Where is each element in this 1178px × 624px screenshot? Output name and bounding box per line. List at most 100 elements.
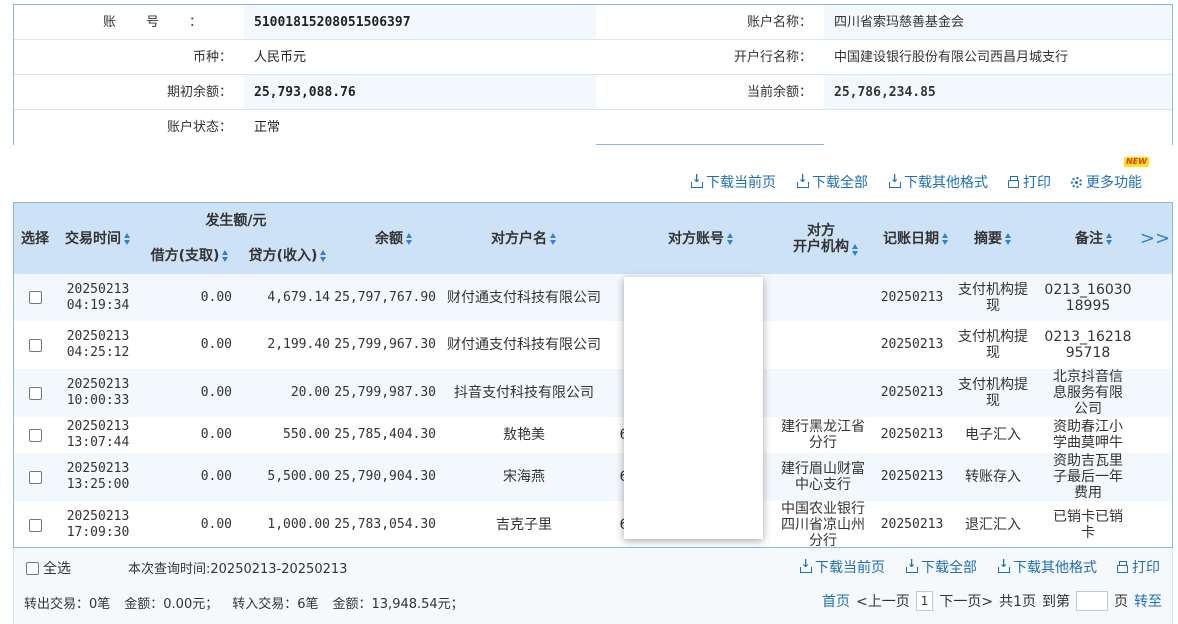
table-row: 20250213 13:07:44 0.00 550.00 25,785,404.30 敖… [14, 417, 1172, 453]
download-other-label-bottom: 下载其他格式 [1013, 560, 1097, 576]
sort-icon [550, 232, 557, 245]
sort-icon [1005, 232, 1012, 245]
download-current-button-bottom[interactable]: 下载当前页 [799, 557, 885, 577]
header-counterparty-name[interactable]: 对方户名 [444, 203, 604, 274]
pagination: 首页 <上一页 1 下一页> 共1页 到第 页 转至 [822, 591, 1162, 611]
cell-debit: 0.00 [200, 469, 232, 484]
row-date: 20250213 [66, 419, 130, 434]
cell-counterparty-bank: 建行眉山财富中心支行 [781, 461, 865, 493]
print-button-bottom[interactable]: 打印 [1117, 557, 1160, 577]
print-button[interactable]: 打印 [1008, 172, 1051, 192]
select-all[interactable]: 全选 [26, 558, 71, 578]
download-current-label-bottom: 下载当前页 [815, 560, 885, 576]
next-page-link[interactable]: 下一页> [939, 591, 993, 611]
in-count: 转入交易：6笔 [232, 597, 319, 612]
sort-icon [320, 250, 327, 262]
header-select: 选择 [21, 230, 49, 247]
header-counterparty-bank[interactable]: 对方 开户机构 [776, 203, 876, 274]
sort-icon [852, 244, 859, 256]
row-checkbox[interactable] [28, 291, 42, 304]
row-checkbox[interactable] [14, 321, 56, 369]
cell-time: 20250213 04:19:34 [60, 274, 136, 321]
out-count: 转出交易：0笔 [24, 597, 111, 612]
goto-button[interactable]: 转至 [1134, 591, 1162, 611]
header-balance[interactable]: 余额 [344, 203, 444, 274]
header-remark-label: 备注 [1075, 230, 1103, 247]
select-all-checkbox[interactable] [26, 561, 39, 575]
row-checkbox[interactable] [14, 417, 56, 453]
row-checkbox[interactable] [28, 428, 42, 442]
row-time: 17:09:30 [66, 525, 130, 540]
sort-icon [124, 232, 131, 245]
download-all-label-bottom: 下载全部 [921, 560, 977, 576]
cell-counterparty-name: 宋海燕 [503, 469, 545, 485]
transaction-table: 选择 交易时间 发生额/元 借方(支取) 贷方(收入) 余额 对方户名 对方账号… [13, 202, 1173, 548]
cell-time: 20250213 13:07:44 [60, 417, 136, 453]
row-checkbox[interactable] [28, 386, 42, 400]
header-debit-label: 借方(支取) [150, 248, 220, 264]
currency-value: 人民币元 [244, 40, 596, 74]
query-time: 本次查询时间:20250213-20250213 [128, 562, 348, 577]
row-checkbox[interactable] [14, 369, 56, 417]
account-no-value: 51001815208051506397 [244, 5, 596, 39]
header-debit[interactable]: 借方(支取) [142, 239, 238, 273]
cell-post-date: 20250213 [880, 427, 944, 442]
goto-page-input[interactable] [1076, 591, 1108, 611]
download-current-button[interactable]: 下载当前页 [690, 172, 776, 192]
table-row: 20250213 13:25:00 0.00 5,500.00 25,790,904.3… [14, 453, 1172, 501]
bank-label: 开户行名称： [733, 50, 812, 65]
header-credit[interactable]: 贷方(收入) [240, 239, 336, 273]
header-summary[interactable]: 摘要 [958, 203, 1028, 274]
account-name-label: 账户名称： [746, 15, 812, 30]
more-functions-button[interactable]: 更多功能 [1071, 172, 1142, 192]
header-time[interactable]: 交易时间 [60, 203, 136, 274]
row-checkbox[interactable] [14, 274, 56, 321]
goto-label: 到第 [1042, 594, 1070, 610]
cell-credit: 1,000.00 [267, 517, 330, 532]
download-other-button-bottom[interactable]: 下载其他格式 [997, 557, 1097, 577]
download-other-button[interactable]: 下载其他格式 [888, 172, 988, 192]
header-amount-group: 发生额/元 [205, 213, 267, 229]
cell-remark: 资助春江小学曲莫呷牛 [1053, 419, 1123, 451]
download-all-button[interactable]: 下载全部 [796, 172, 868, 192]
table-row: 20250213 10:00:33 0.00 20.00 25,799,987.30 抖音… [14, 369, 1172, 417]
row-time: 10:00:33 [66, 393, 130, 408]
row-date: 20250213 [66, 329, 130, 344]
account-no-label-text: 账号： [102, 15, 232, 30]
account-no-label: 账号： [14, 5, 244, 39]
status-label: 账户状态： [14, 110, 244, 145]
cell-counterparty-bank [780, 321, 866, 369]
header-post-date[interactable]: 记账日期 [876, 203, 956, 274]
first-page-link[interactable]: 首页 [822, 591, 850, 611]
row-date: 20250213 [66, 461, 130, 476]
cell-counterparty-bank [780, 369, 866, 417]
cell-debit: 0.00 [200, 427, 232, 442]
header-counterparty-bank-label: 对方 开户机构 [793, 222, 849, 255]
prev-page-link[interactable]: <上一页 [856, 591, 910, 611]
header-balance-label: 余额 [375, 230, 403, 247]
more-columns-icon[interactable]: >> [1140, 203, 1170, 274]
row-date: 20250213 [66, 509, 130, 524]
cell-remark: 资助吉瓦里子最后一年费用 [1053, 453, 1123, 501]
row-checkbox[interactable] [14, 501, 56, 547]
row-checkbox[interactable] [28, 470, 42, 484]
cell-summary: 转账存入 [965, 469, 1021, 485]
status-value: 正常 [244, 110, 596, 145]
cell-post-date: 20250213 [880, 337, 944, 352]
cell-summary: 支付机构提现 [958, 377, 1028, 409]
row-time: 04:25:12 [66, 345, 130, 360]
total-pages: 共1页 [999, 594, 1036, 610]
cell-balance: 25,797,767.90 [334, 289, 436, 305]
table-row: 20250213 17:09:30 0.00 1,000.00 25,783,054.3… [14, 501, 1172, 547]
download-all-button-bottom[interactable]: 下载全部 [905, 557, 977, 577]
row-checkbox[interactable] [14, 453, 56, 501]
bank-value: 中国建设银行股份有限公司西昌月城支行 [824, 40, 1172, 74]
header-time-label: 交易时间 [65, 230, 121, 247]
row-checkbox[interactable] [28, 338, 42, 352]
header-counterparty-account[interactable]: 对方账号 [626, 203, 776, 274]
out-amount: 金额：0.00元； [124, 597, 219, 612]
table-header: 选择 交易时间 发生额/元 借方(支取) 贷方(收入) 余额 对方户名 对方账号… [14, 203, 1172, 274]
header-remark[interactable]: 备注 [1044, 203, 1144, 274]
cell-debit: 0.00 [200, 337, 232, 352]
row-checkbox[interactable] [28, 518, 42, 532]
